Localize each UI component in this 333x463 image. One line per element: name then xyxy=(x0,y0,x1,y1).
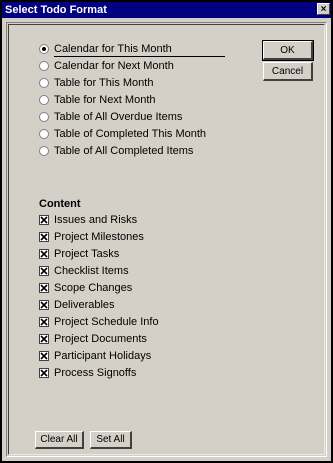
close-button[interactable]: × xyxy=(317,3,330,15)
content-heading: Content xyxy=(39,198,81,210)
checkbox-label: Project Tasks xyxy=(54,248,120,260)
checkbox[interactable] xyxy=(39,266,49,276)
checkbox-label: Project Milestones xyxy=(54,231,144,243)
radio-label: Calendar for Next Month xyxy=(54,60,174,72)
radio-label: Table of All Completed Items xyxy=(54,145,194,157)
cancel-button[interactable]: Cancel xyxy=(263,62,313,81)
checkbox[interactable] xyxy=(39,215,49,225)
checkmark-icon xyxy=(40,369,48,377)
radio-label: Table of Completed This Month xyxy=(54,128,207,140)
set-all-button[interactable]: Set All xyxy=(90,431,132,449)
dialog-title: Select Todo Format xyxy=(5,4,107,16)
checkmark-icon xyxy=(40,250,48,258)
checkbox-label: Participant Holidays xyxy=(54,350,152,362)
checkmark-icon xyxy=(40,301,48,309)
checkmark-icon xyxy=(40,284,48,292)
checkbox[interactable] xyxy=(39,368,49,378)
close-icon: × xyxy=(320,4,327,15)
checkmark-icon xyxy=(40,267,48,275)
checkbox-label: Deliverables xyxy=(54,299,115,311)
radio-button[interactable] xyxy=(39,95,49,105)
radio-button[interactable] xyxy=(39,129,49,139)
checkbox-label: Project Schedule Info xyxy=(54,316,159,328)
clear-all-button[interactable]: Clear All xyxy=(35,431,84,449)
checkbox[interactable] xyxy=(39,232,49,242)
radio-button-selected[interactable] xyxy=(39,44,49,54)
radio-label: Calendar for This Month xyxy=(54,43,172,55)
radio-label: Table for This Month xyxy=(54,77,154,89)
checkbox-label: Scope Changes xyxy=(54,282,133,294)
checkmark-icon xyxy=(40,216,48,224)
checkbox-label: Project Documents xyxy=(54,333,147,345)
checkbox[interactable] xyxy=(39,351,49,361)
radio-button[interactable] xyxy=(39,112,49,122)
checkbox-label: Issues and Risks xyxy=(54,214,138,226)
checkbox[interactable] xyxy=(39,300,49,310)
checkbox-label: Checklist Items xyxy=(54,265,129,277)
radio-button[interactable] xyxy=(39,146,49,156)
checkbox[interactable] xyxy=(39,317,49,327)
checkbox[interactable] xyxy=(39,334,49,344)
focus-indicator xyxy=(54,56,225,57)
dialog-client-area: Calendar for This Month Calendar for Nex… xyxy=(6,22,327,457)
checkmark-icon xyxy=(40,318,48,326)
checkmark-icon xyxy=(40,352,48,360)
radio-label: Table for Next Month xyxy=(54,94,156,106)
select-todo-format-dialog: Select Todo Format × Calendar for This M… xyxy=(0,0,333,463)
checkmark-icon xyxy=(40,233,48,241)
checkbox[interactable] xyxy=(39,283,49,293)
checkmark-icon xyxy=(40,335,48,343)
ok-button[interactable]: OK xyxy=(262,40,314,61)
title-bar: Select Todo Format × xyxy=(2,2,331,18)
radio-button[interactable] xyxy=(39,61,49,71)
dialog-panel: Calendar for This Month Calendar for Nex… xyxy=(8,24,325,455)
radio-label: Table of All Overdue Items xyxy=(54,111,183,123)
checkbox-label: Process Signoffs xyxy=(54,367,137,379)
radio-button[interactable] xyxy=(39,78,49,88)
checkbox[interactable] xyxy=(39,249,49,259)
